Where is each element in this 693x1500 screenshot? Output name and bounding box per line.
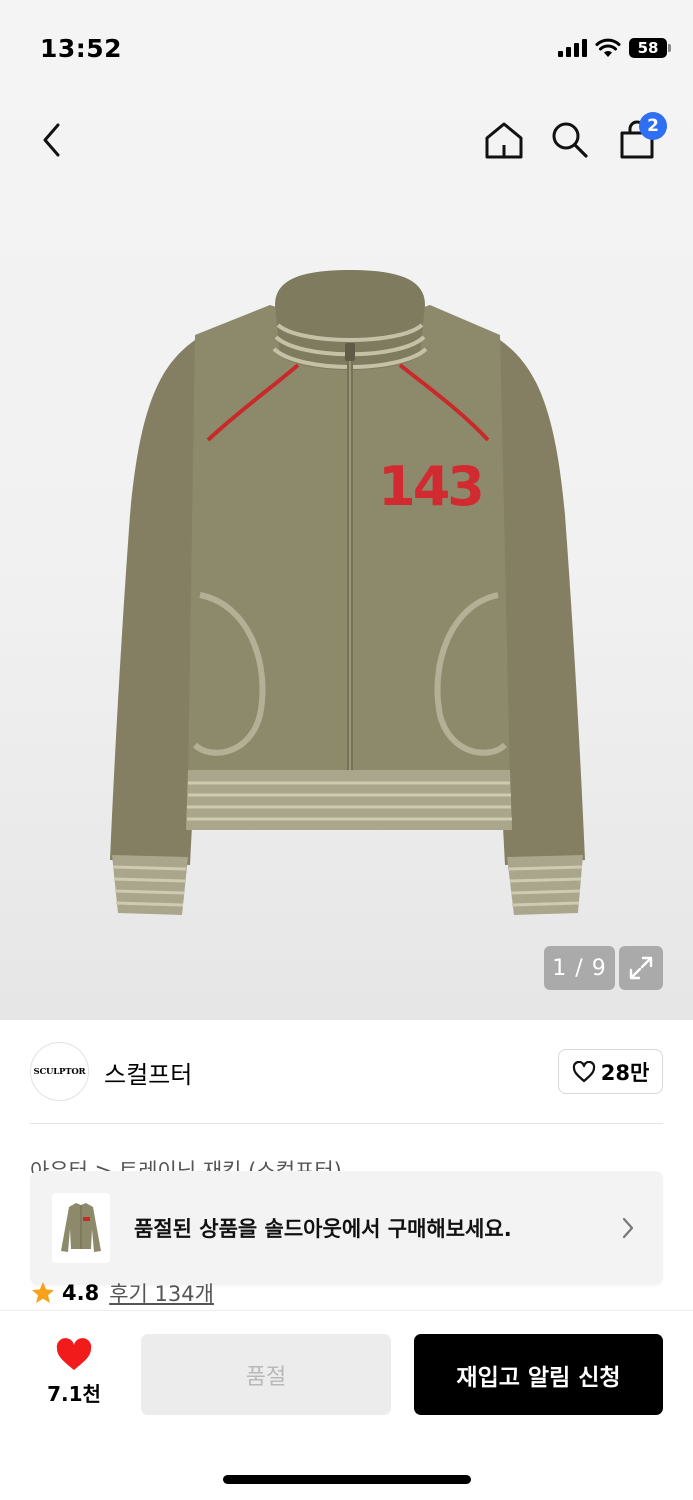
product-image-area[interactable]: 13:52 58 2 143 1 / 9	[0, 0, 693, 1020]
chevron-right-icon	[622, 1217, 634, 1239]
expand-icon	[629, 956, 653, 980]
back-icon	[43, 123, 60, 157]
soldout-button: 품절	[141, 1334, 391, 1415]
jacket-patch-143: 143	[378, 455, 482, 518]
brand-like-button[interactable]: 28만	[558, 1049, 663, 1094]
heart-outline-icon	[572, 1060, 595, 1082]
wifi-icon	[595, 38, 621, 57]
status-time: 13:52	[40, 34, 123, 63]
expand-image-button[interactable]	[619, 946, 663, 990]
search-button[interactable]	[546, 116, 594, 164]
soldout-banner-text: 품절된 상품을 솔드아웃에서 구매해보세요.	[134, 1217, 512, 1241]
restock-alert-button[interactable]: 재입고 알림 신청	[414, 1334, 663, 1415]
left-cuff	[112, 855, 188, 915]
wishlist-count: 7.1천	[47, 1382, 101, 1406]
wishlist-button[interactable]: 7.1천	[40, 1338, 108, 1407]
brand-logo-text: SCULPTOR	[33, 1066, 86, 1077]
cart-button[interactable]: 2	[613, 112, 667, 164]
back-button[interactable]	[28, 116, 76, 164]
rating-value: 4.8	[62, 1281, 100, 1305]
product-jacket-image: 143	[110, 270, 585, 915]
signal-icon	[558, 39, 587, 57]
brand-logo[interactable]: SCULPTOR	[30, 1042, 89, 1101]
image-pager: 1 / 9	[544, 946, 615, 990]
home-button[interactable]	[480, 116, 528, 164]
star-icon	[32, 1282, 54, 1303]
brand-name[interactable]: 스컬프터	[104, 1055, 192, 1090]
home-icon	[485, 122, 523, 159]
status-icons: 58	[558, 38, 671, 58]
battery-level: 58	[637, 39, 659, 57]
home-indicator[interactable]	[223, 1475, 471, 1484]
banner-thumbnail	[52, 1193, 110, 1263]
cart-count-badge: 2	[639, 112, 667, 140]
search-icon	[552, 122, 588, 158]
heart-filled-icon	[56, 1338, 92, 1370]
battery-icon: 58	[629, 38, 671, 58]
right-cuff	[507, 855, 583, 915]
brand-like-count: 28만	[600, 1060, 650, 1085]
rating-row: 4.8 후기 134개	[30, 1278, 214, 1308]
review-count-link[interactable]: 후기 134개	[109, 1278, 214, 1308]
divider	[30, 1123, 663, 1124]
bottom-bar-divider	[0, 1310, 693, 1311]
soldout-market-banner[interactable]: 품절된 상품을 솔드아웃에서 구매해보세요.	[30, 1171, 663, 1285]
